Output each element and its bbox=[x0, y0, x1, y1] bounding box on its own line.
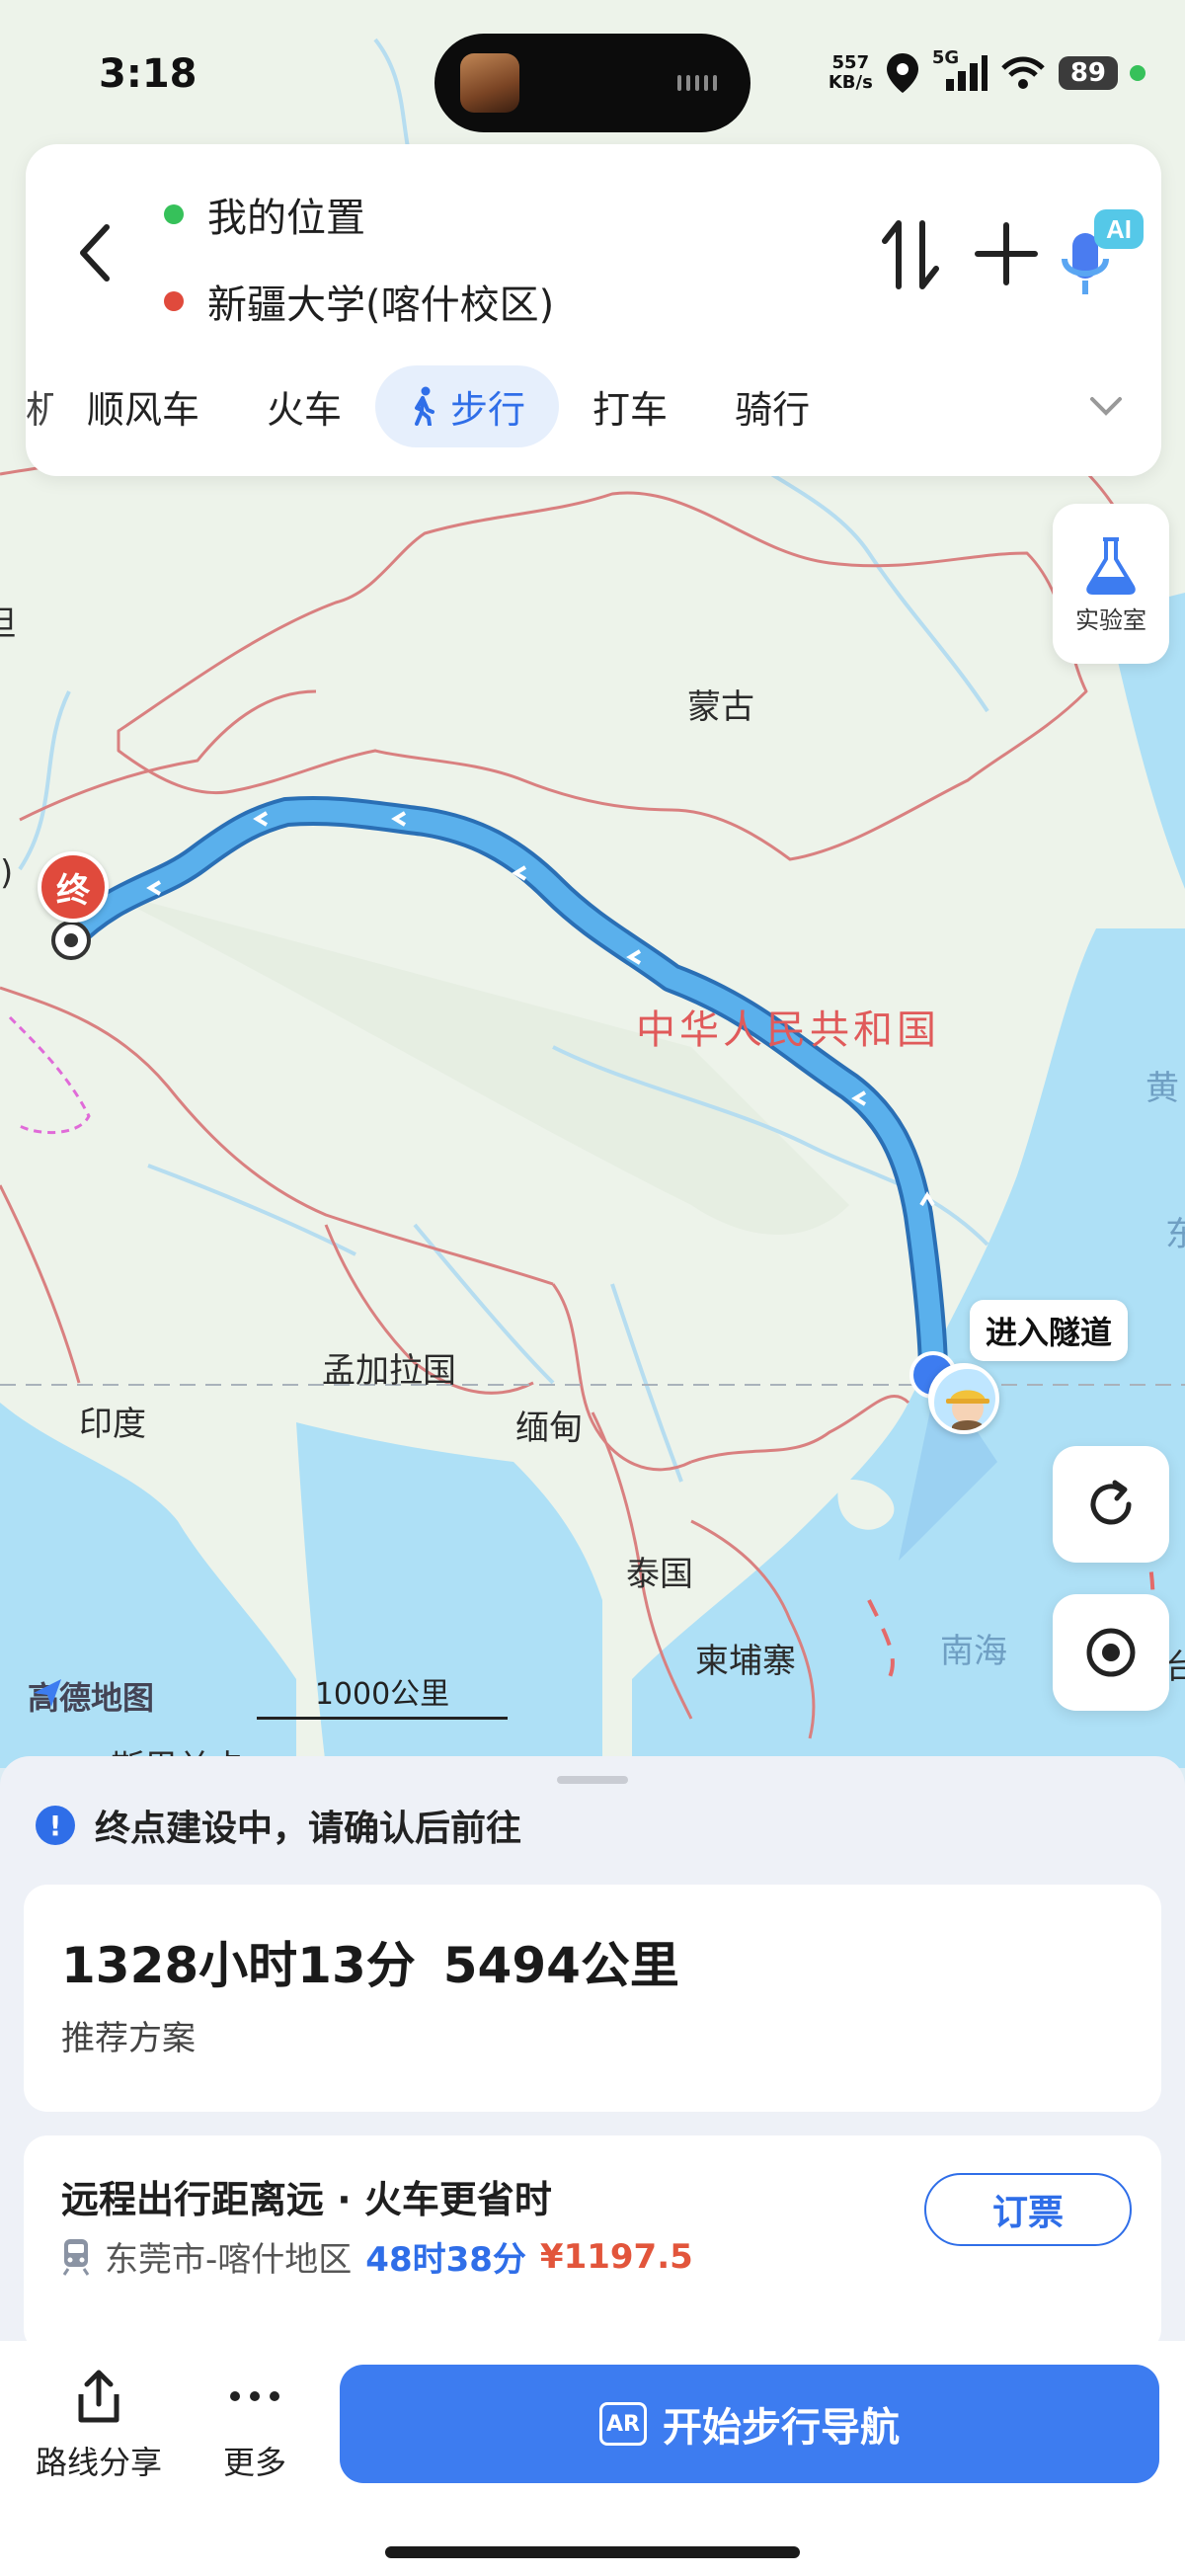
walking-person-icon bbox=[415, 386, 435, 426]
destination-text: 新疆大学(喀什校区) bbox=[207, 282, 555, 328]
status-indicators: 557 KB/s 5G 89 bbox=[828, 47, 1146, 95]
route-summary: 1328小时13分 5494公里 bbox=[61, 1926, 679, 1997]
net-speed: 557 KB/s bbox=[828, 52, 873, 93]
sheet-drag-handle[interactable] bbox=[557, 1776, 628, 1784]
audio-bars-icon bbox=[677, 75, 717, 91]
route-tag: 推荐方案 bbox=[61, 2019, 196, 2058]
swap-arrows-icon bbox=[882, 220, 939, 289]
train-route-info: 东莞市-喀什地区 48时38分 ¥1197.5 bbox=[61, 2232, 693, 2281]
route-search-card: 我的位置 新疆大学(喀什校区) AI 机 顺风车 火车 步行 打车 骑行 bbox=[26, 144, 1161, 476]
travel-mode-tabs: 机 顺风车 火车 步行 打车 骑行 bbox=[26, 362, 1161, 450]
add-stop-button[interactable] bbox=[972, 219, 1041, 288]
wifi-icon bbox=[1001, 56, 1045, 89]
origin-text: 我的位置 bbox=[207, 196, 365, 241]
ar-icon: AR bbox=[599, 2402, 647, 2446]
refresh-button[interactable] bbox=[1053, 1446, 1169, 1563]
media-thumbnail bbox=[460, 53, 519, 113]
tab-carpool[interactable]: 顺风车 bbox=[53, 379, 233, 434]
label-east-sea: 东 bbox=[1165, 1215, 1185, 1254]
route-distance: 5494公里 bbox=[442, 1937, 679, 1994]
label-south-sea: 南海 bbox=[940, 1632, 1007, 1671]
privacy-indicator-dot bbox=[1130, 65, 1146, 81]
label-bangladesh: 孟加拉国 bbox=[322, 1351, 456, 1391]
destination-notice: ! 终点建设中，请确认后前往 bbox=[36, 1800, 521, 1851]
voice-assistant-button[interactable]: AI bbox=[1059, 203, 1147, 302]
origin-field[interactable]: 我的位置 bbox=[164, 186, 365, 243]
plus-icon bbox=[975, 222, 1038, 285]
book-ticket-button[interactable]: 订票 bbox=[924, 2173, 1132, 2246]
label-left-b: ) bbox=[0, 853, 14, 893]
share-route-button[interactable]: 路线分享 bbox=[36, 2367, 162, 2483]
disputed-border bbox=[8, 1015, 91, 1135]
label-india: 印度 bbox=[79, 1405, 146, 1444]
walker-avatar bbox=[928, 1363, 999, 1434]
recommendation-title: 远程出行距离远 · 火车更省时 bbox=[61, 2178, 552, 2221]
route-summary-card[interactable]: 1328小时13分 5494公里 推荐方案 bbox=[24, 1885, 1161, 2112]
destination-dot bbox=[164, 291, 184, 311]
refresh-icon bbox=[1090, 1480, 1132, 1525]
chevron-down-icon bbox=[1090, 397, 1122, 416]
tab-partial[interactable]: 机 bbox=[26, 379, 53, 434]
end-point-dot bbox=[64, 933, 78, 947]
swap-button[interactable] bbox=[877, 215, 946, 294]
lab-label: 实验室 bbox=[1075, 605, 1146, 634]
chevron-left-icon bbox=[80, 224, 110, 282]
label-thailand: 泰国 bbox=[626, 1555, 693, 1594]
location-pin-icon bbox=[886, 53, 918, 93]
label-yellow-sea: 黄 bbox=[1146, 1069, 1179, 1108]
share-icon bbox=[78, 2370, 119, 2423]
label-left-a: 坦 bbox=[0, 597, 16, 645]
lab-button[interactable]: 实验室 bbox=[1053, 504, 1169, 664]
modes-expand-button[interactable] bbox=[1086, 385, 1126, 425]
label-myanmar: 缅甸 bbox=[515, 1409, 583, 1448]
battery-indicator: 89 bbox=[1058, 56, 1118, 90]
tab-walk[interactable]: 步行 bbox=[375, 364, 560, 447]
label-china: 中华人民共和国 bbox=[636, 1007, 940, 1053]
map-brand: 高德地图 bbox=[28, 1673, 154, 1719]
svg-text:AI: AI bbox=[1106, 214, 1132, 244]
train-duration: 48时38分 bbox=[365, 2240, 526, 2280]
cellular-signal-icon: 5G bbox=[932, 47, 988, 95]
train-price: ¥1197.5 bbox=[539, 2236, 693, 2277]
dynamic-island bbox=[434, 34, 750, 132]
start-walking-navigation-button[interactable]: AR 开始步行导航 bbox=[340, 2365, 1159, 2483]
flask-icon bbox=[1086, 536, 1136, 595]
back-button[interactable] bbox=[65, 213, 124, 292]
locate-me-button[interactable] bbox=[1053, 1594, 1169, 1711]
tab-bike[interactable]: 骑行 bbox=[701, 379, 843, 434]
train-recommendation-card[interactable]: 远程出行距离远 · 火车更省时 东莞市-喀什地区 48时38分 ¥1197.5 … bbox=[24, 2135, 1161, 2353]
info-icon: ! bbox=[36, 1806, 75, 1845]
origin-dot bbox=[164, 204, 184, 224]
tab-train[interactable]: 火车 bbox=[233, 379, 375, 434]
locate-target-icon bbox=[1086, 1628, 1136, 1677]
tunnel-tag: 进入隧道 bbox=[970, 1300, 1129, 1361]
train-route: 东莞市-喀什地区 bbox=[105, 2240, 353, 2280]
status-time: 3:18 bbox=[99, 51, 198, 97]
more-button[interactable]: 更多 bbox=[223, 2367, 286, 2483]
label-mongolia: 蒙古 bbox=[687, 687, 754, 727]
home-indicator[interactable] bbox=[385, 2546, 800, 2558]
ai-microphone-icon: AI bbox=[1062, 209, 1144, 294]
map-scale: 1000公里 bbox=[257, 1669, 508, 1720]
more-dots-icon bbox=[230, 2391, 279, 2401]
route-duration: 1328小时13分 bbox=[61, 1937, 416, 1994]
label-cambodia: 柬埔寨 bbox=[695, 1642, 796, 1681]
train-icon bbox=[62, 2238, 90, 2276]
tab-taxi[interactable]: 打车 bbox=[559, 379, 701, 434]
bottom-action-bar: 路线分享 更多 AR 开始步行导航 bbox=[0, 2341, 1185, 2576]
destination-field[interactable]: 新疆大学(喀什校区) bbox=[164, 273, 554, 330]
destination-marker-label: 终 bbox=[56, 870, 90, 911]
destination-marker[interactable]: 终 bbox=[38, 851, 109, 923]
amap-logo-icon bbox=[34, 1679, 61, 1707]
